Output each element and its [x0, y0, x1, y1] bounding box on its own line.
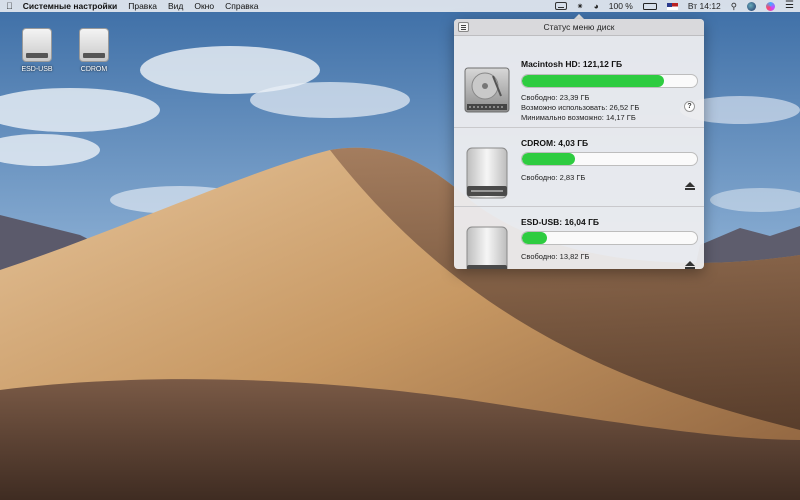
popover-header: Статус меню диск — [454, 19, 704, 36]
disk-minimum-text: Минимально возможно: 14,17 ГБ — [521, 113, 636, 122]
help-icon[interactable]: ? — [684, 101, 695, 112]
menu-window[interactable]: Окно — [194, 1, 214, 11]
disk-usage-bar — [521, 74, 698, 88]
disk-row-macintosh-hd: Macintosh HD: 121,12 ГБ Свободно: 23,39 … — [454, 36, 704, 128]
apple-menu-icon[interactable]:  — [6, 1, 13, 11]
external-drive-icon — [22, 28, 52, 62]
disk-title: CDROM: 4,03 ГБ — [521, 138, 589, 148]
external-drive-icon — [466, 226, 508, 269]
disk-row-cdrom: CDROM: 4,03 ГБ Свободно: 2,83 ГБ — [454, 128, 704, 207]
menu-clock[interactable]: Вт 14:12 — [688, 0, 721, 12]
menu-help[interactable]: Справка — [225, 1, 258, 11]
disk-available-text: Возможно использовать: 26,52 ГБ — [521, 103, 640, 112]
desktop-icon-esd-usb[interactable]: ESD-USB — [10, 28, 64, 73]
disk-usage-bar — [521, 231, 698, 245]
siri-icon[interactable] — [766, 1, 776, 11]
battery-icon[interactable] — [642, 2, 657, 10]
external-drive-icon — [79, 28, 109, 62]
menu-edit[interactable]: Правка — [128, 1, 157, 11]
disk-title: Macintosh HD: 121,12 ГБ — [521, 59, 623, 69]
menu-bar:  Системные настройки Правка Вид Окно Сп… — [0, 0, 800, 12]
disk-status-tray-icon[interactable] — [554, 2, 567, 10]
bluetooth-icon[interactable]: ⁕ — [577, 0, 584, 12]
disk-usage-fill — [522, 153, 575, 165]
battery-percent[interactable]: 100 % — [609, 0, 633, 12]
disk-usage-fill — [522, 75, 664, 87]
disk-free-text: Свободно: 13,82 ГБ — [521, 252, 590, 261]
eject-icon[interactable] — [685, 261, 695, 269]
input-source-flag-icon[interactable] — [666, 2, 678, 10]
disk-title: ESD-USB: 16,04 ГБ — [521, 217, 600, 227]
user-avatar-icon[interactable] — [747, 1, 757, 11]
disk-usage-fill — [522, 232, 547, 244]
eject-icon[interactable] — [685, 182, 695, 192]
spotlight-search-icon[interactable]: ⚲ — [731, 0, 737, 12]
disk-free-text: Свободно: 2,83 ГБ — [521, 173, 586, 182]
disk-row-esd-usb: ESD-USB: 16,04 ГБ Свободно: 13,82 ГБ — [454, 207, 704, 269]
disk-free-text: Свободно: 23,39 ГБ — [521, 93, 590, 102]
disk-usage-bar — [521, 152, 698, 166]
disk-status-popover: Статус меню диск Macintosh HD: 121,12 ГБ… — [454, 19, 704, 269]
popover-title: Статус меню диск — [543, 22, 615, 32]
hamburger-menu-icon[interactable] — [458, 22, 469, 32]
menu-view[interactable]: Вид — [168, 1, 183, 11]
menu-app-name[interactable]: Системные настройки — [23, 1, 117, 11]
wifi-icon[interactable]: ◕ — [594, 0, 599, 12]
desktop-icon-label: CDROM — [80, 66, 108, 73]
desktop-icon-label: ESD-USB — [21, 66, 53, 73]
internal-hard-drive-icon — [464, 67, 510, 113]
notification-center-icon[interactable]: ☰ — [785, 0, 794, 12]
desktop-icon-cdrom[interactable]: CDROM — [67, 28, 121, 73]
external-drive-icon — [466, 147, 508, 199]
